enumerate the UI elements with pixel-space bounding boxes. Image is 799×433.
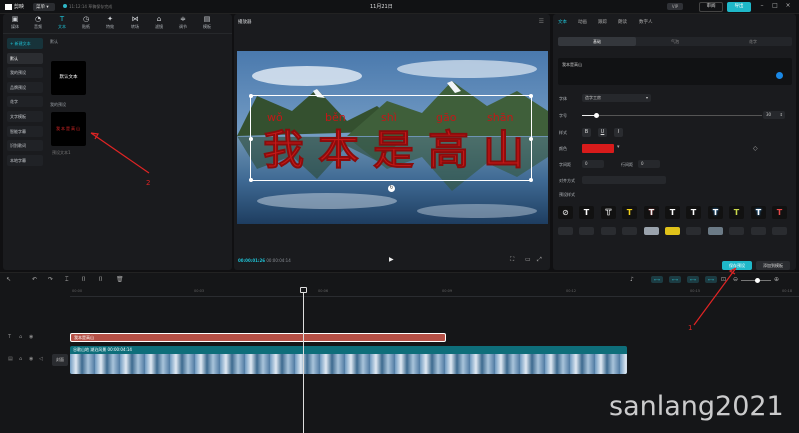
- annotation-number: 2: [146, 179, 150, 187]
- annotation-arrow: [90, 132, 150, 174]
- annotation-arrow: [693, 267, 737, 326]
- watermark-text: sanlang2021: [609, 391, 784, 422]
- arrow-head-icon: [728, 267, 737, 275]
- annotation-number: 1: [688, 324, 692, 332]
- annotation-layer: 2 1: [90, 132, 737, 332]
